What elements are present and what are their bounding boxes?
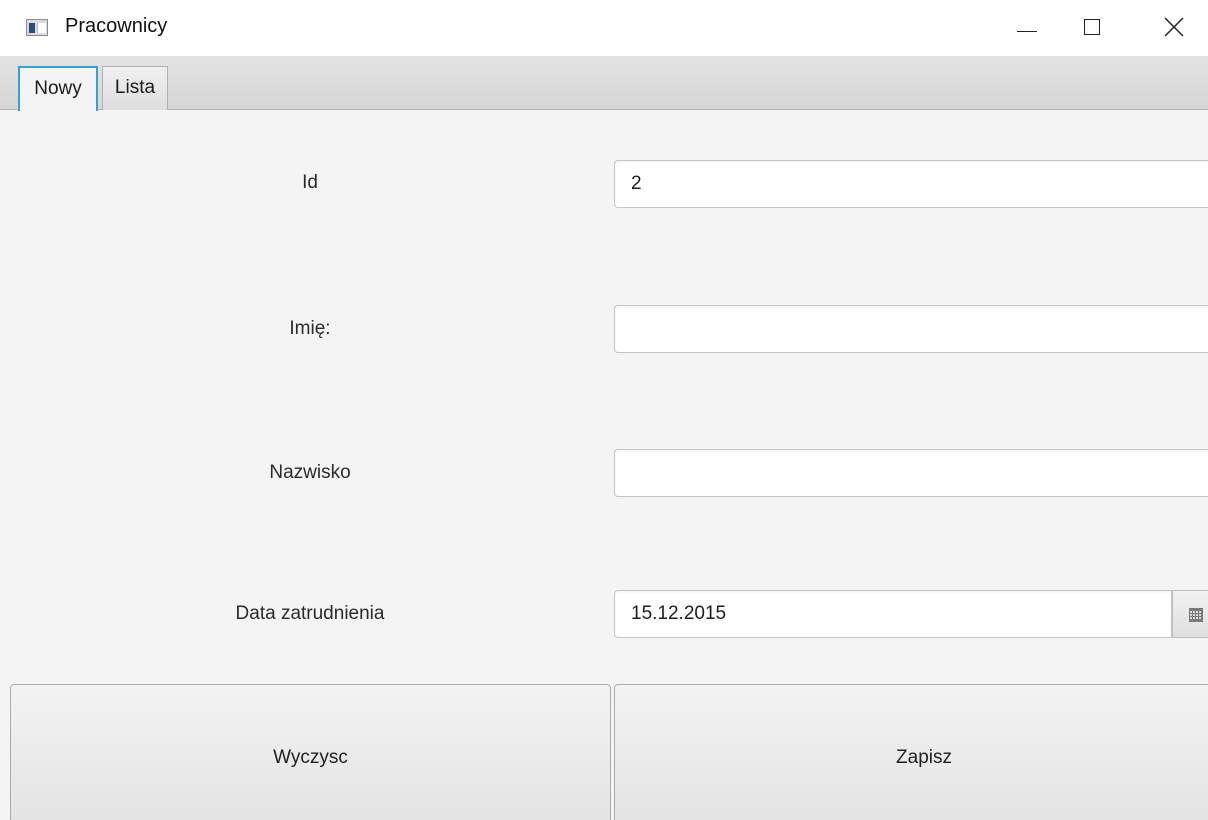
calendar-icon — [1189, 608, 1203, 622]
minimize-button[interactable] — [1004, 0, 1050, 56]
clear-button-label: Wyczysc — [273, 747, 348, 768]
maximize-button[interactable] — [1070, 0, 1116, 56]
first-name-field[interactable] — [614, 305, 1208, 353]
hire-date-label: Data zatrudnienia — [235, 603, 385, 624]
close-icon — [1164, 17, 1184, 37]
id-field[interactable] — [614, 160, 1208, 208]
tab-bar: Nowy Lista — [0, 56, 1208, 111]
tab-lista[interactable]: Lista — [102, 66, 168, 110]
tab-nowy[interactable]: Nowy — [18, 66, 98, 111]
clear-button[interactable]: Wyczysc — [10, 684, 611, 820]
close-button[interactable] — [1149, 0, 1195, 56]
title-bar: Pracownicy — [0, 0, 1208, 56]
last-name-field[interactable] — [614, 449, 1208, 497]
app-icon — [26, 19, 48, 36]
window-title: Pracownicy — [65, 15, 168, 37]
app-window: Pracownicy Nowy Lista Id Imię: Nazwisko … — [0, 0, 1208, 820]
save-button-label: Zapisz — [896, 747, 952, 768]
hire-date-field[interactable] — [614, 590, 1172, 638]
last-name-label: Nazwisko — [269, 462, 351, 483]
date-picker-button[interactable] — [1172, 590, 1208, 638]
first-name-label: Imię: — [289, 318, 331, 339]
maximize-icon — [1084, 19, 1100, 35]
save-button[interactable]: Zapisz — [614, 684, 1208, 820]
minimize-icon — [1017, 31, 1037, 32]
id-label: Id — [302, 172, 318, 193]
